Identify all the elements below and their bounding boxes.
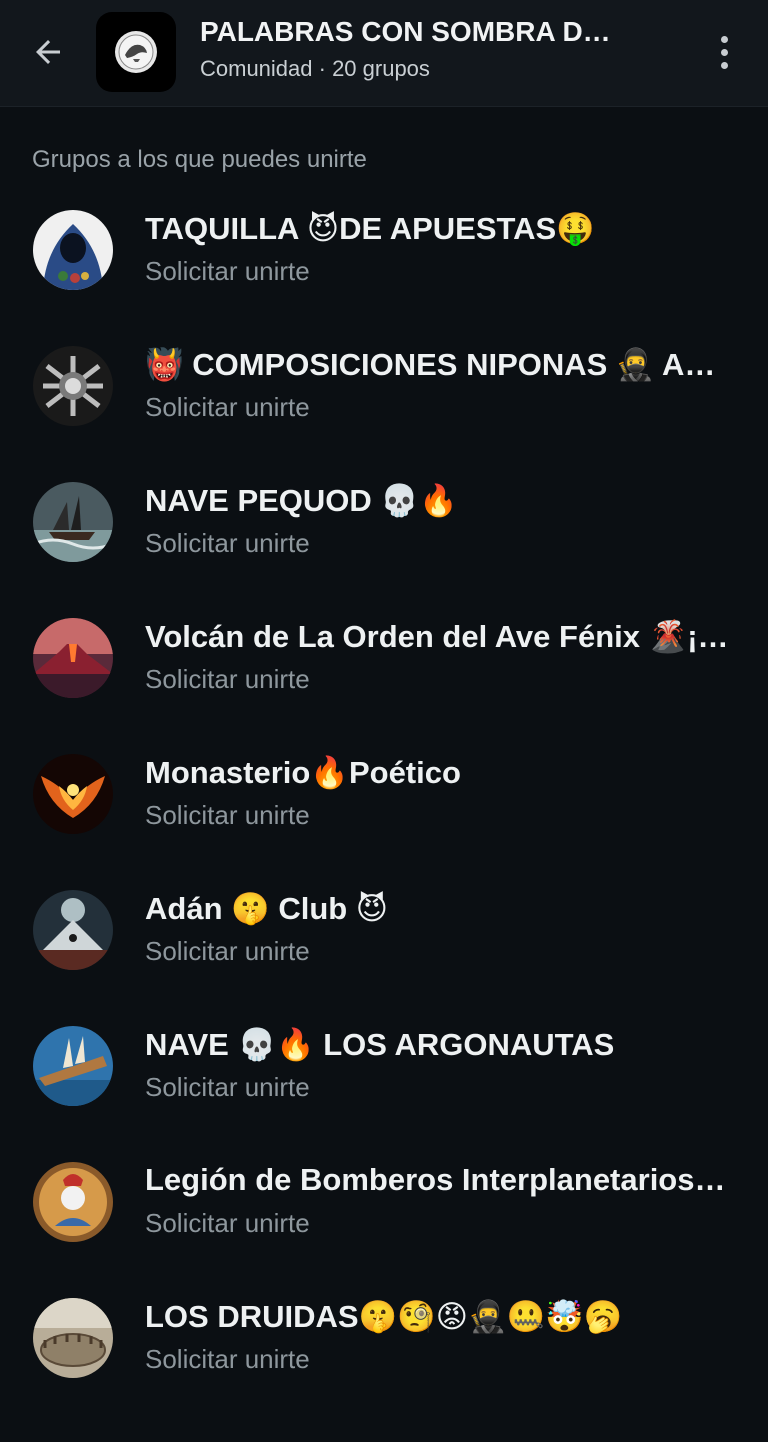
request-join-link[interactable]: Solicitar unirte	[145, 528, 310, 559]
group-avatar	[33, 1026, 113, 1106]
group-name: Adán 🤫 Club 😈	[145, 891, 389, 926]
group-avatar	[33, 210, 113, 290]
list-item[interactable]: NAVE PEQUOD 💀🔥 Solicitar unirte	[0, 454, 768, 590]
community-title[interactable]: PALABRAS CON SOMBRA D…	[200, 16, 611, 48]
list-item[interactable]: Adán 🤫 Club 😈 Solicitar unirte	[0, 862, 768, 998]
list-item[interactable]: 👹 COMPOSICIONES NIPONAS 🥷 A… Solicitar u…	[0, 318, 768, 454]
more-vertical-icon	[720, 35, 728, 43]
list-item[interactable]: Volcán de La Orden del Ave Fénix 🌋¡… Sol…	[0, 590, 768, 726]
community-logo-icon	[115, 31, 157, 73]
request-join-link[interactable]: Solicitar unirte	[145, 936, 310, 967]
group-name: Volcán de La Orden del Ave Fénix 🌋¡…	[145, 619, 729, 654]
request-join-link[interactable]: Solicitar unirte	[145, 1072, 310, 1103]
group-avatar	[33, 890, 113, 970]
list-item[interactable]: Legión de Bomberos Interplanetarios… Sol…	[0, 1134, 768, 1270]
back-button[interactable]	[22, 28, 74, 76]
group-name: NAVE 💀🔥 LOS ARGONAUTAS	[145, 1027, 615, 1062]
group-name: Monasterio🔥Poético	[145, 755, 461, 790]
list-item[interactable]: Monasterio🔥Poético Solicitar unirte	[0, 726, 768, 862]
group-name: NAVE PEQUOD 💀🔥	[145, 483, 458, 518]
group-avatar	[33, 754, 113, 834]
group-avatar	[33, 1298, 113, 1378]
list-item[interactable]: TAQUILLA 😈DE APUESTAS🤑 Solicitar unirte	[0, 182, 768, 318]
group-avatar	[33, 346, 113, 426]
group-name: LOS DRUIDAS🤫🧐😡🥷🤐🤯🥱	[145, 1299, 623, 1334]
group-name: 👹 COMPOSICIONES NIPONAS 🥷 A…	[145, 347, 716, 382]
request-join-link[interactable]: Solicitar unirte	[145, 392, 310, 423]
group-avatar	[33, 1162, 113, 1242]
group-avatar	[33, 618, 113, 698]
request-join-link[interactable]: Solicitar unirte	[145, 1344, 310, 1375]
request-join-link[interactable]: Solicitar unirte	[145, 256, 310, 287]
community-avatar[interactable]	[96, 12, 176, 92]
list-item[interactable]: LOS DRUIDAS🤫🧐😡🥷🤐🤯🥱 Solicitar unirte	[0, 1270, 768, 1406]
request-join-link[interactable]: Solicitar unirte	[145, 800, 310, 831]
group-name: Legión de Bomberos Interplanetarios…	[145, 1162, 726, 1197]
more-options-button[interactable]	[708, 30, 740, 74]
request-join-link[interactable]: Solicitar unirte	[145, 664, 310, 695]
group-name: TAQUILLA 😈DE APUESTAS🤑	[145, 211, 595, 246]
arrow-left-icon	[36, 40, 60, 64]
group-avatar	[33, 482, 113, 562]
community-subtitle: Comunidad · 20 grupos	[200, 56, 430, 81]
list-item[interactable]: NAVE 💀🔥 LOS ARGONAUTAS Solicitar unirte	[0, 998, 768, 1134]
section-title: Grupos a los que puedes unirte	[32, 146, 367, 173]
top-app-bar: PALABRAS CON SOMBRA D… Comunidad · 20 gr…	[0, 0, 768, 107]
group-list: TAQUILLA 😈DE APUESTAS🤑 Solicitar unirte …	[0, 182, 768, 1406]
request-join-link[interactable]: Solicitar unirte	[145, 1208, 310, 1239]
